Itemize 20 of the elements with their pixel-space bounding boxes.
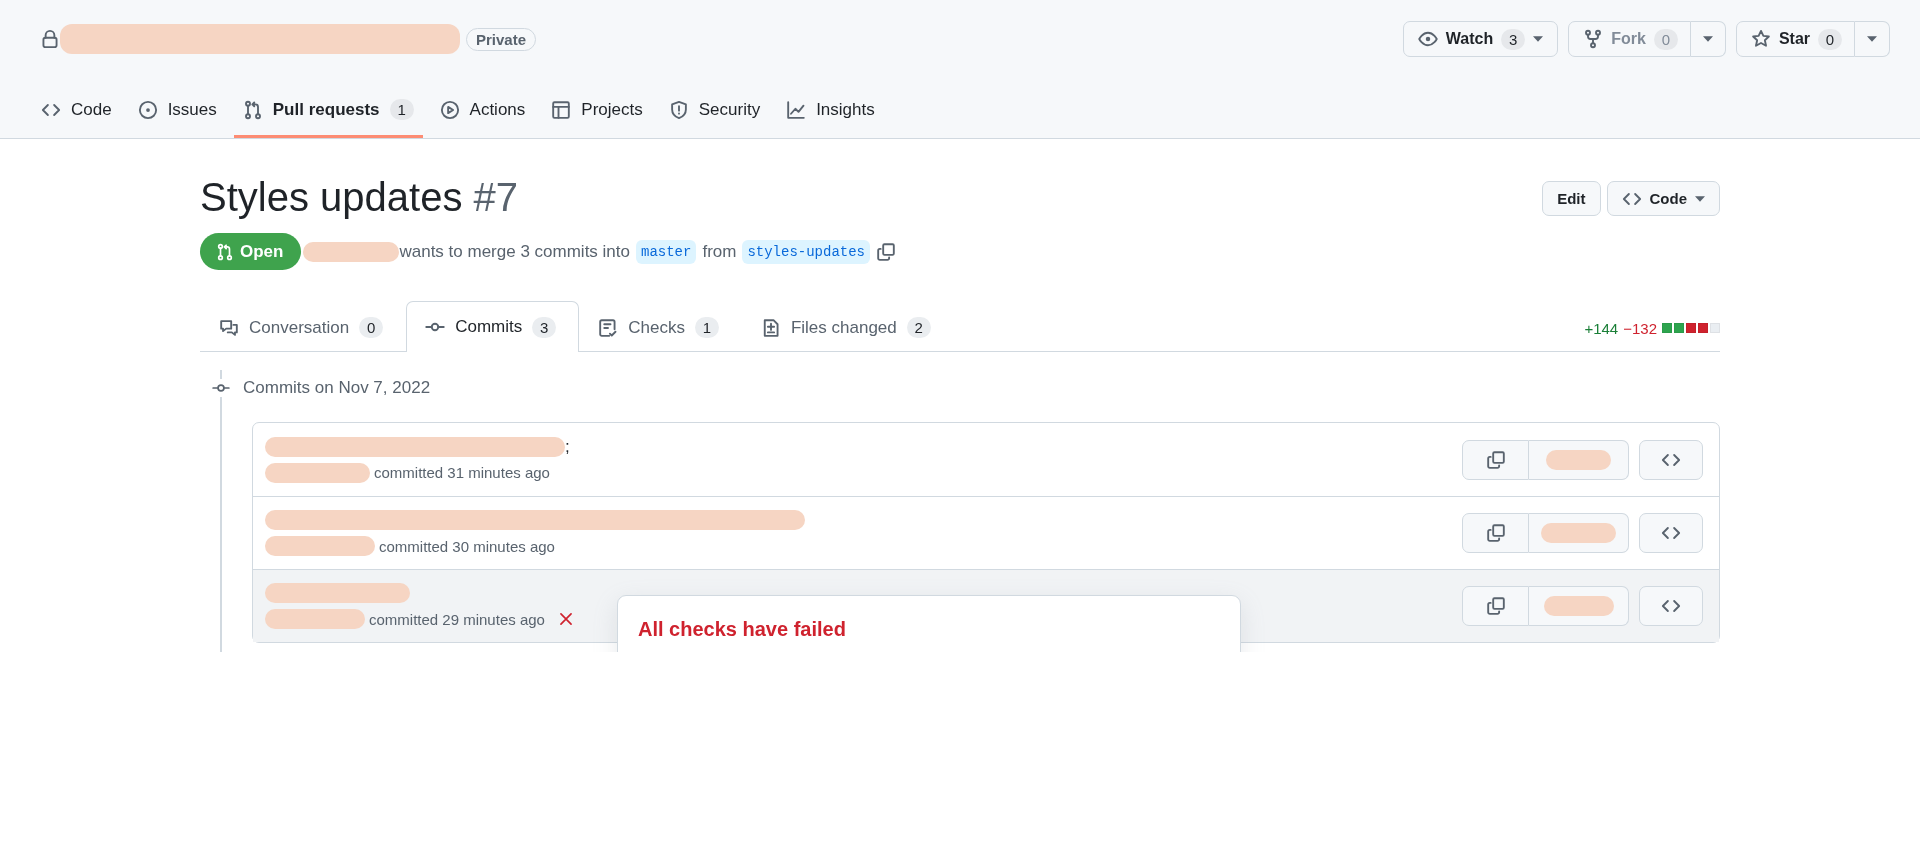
merge-summary: wants to merge 3 commits into [399, 241, 630, 262]
count-badge: 0 [1818, 28, 1842, 50]
popover-title: All checks have failed [638, 618, 847, 641]
count-badge: 3 [1501, 28, 1526, 50]
commit-meta: committed 31 minutes ago [374, 464, 550, 481]
count-badge: 0 [359, 317, 384, 338]
count-badge: 0 [1653, 28, 1678, 50]
commits-date-heading: Commits on Nov 7, 2022 [243, 378, 431, 398]
from-text: from [702, 241, 737, 262]
count-badge: 1 [694, 317, 719, 338]
commit-message: ; [565, 436, 570, 457]
additions-count: +144 [1584, 319, 1619, 337]
commit-meta: committed 29 minutes ago [369, 610, 545, 628]
pr-title: Styles updates #7 [200, 174, 518, 221]
deletions-count: −132 [1623, 319, 1657, 337]
commit-meta: committed 30 minutes ago [379, 537, 555, 555]
status-badge: Open [200, 233, 302, 270]
count-badge: 1 [389, 99, 414, 120]
count-badge: 3 [532, 316, 557, 338]
count-badge: 2 [906, 317, 931, 338]
